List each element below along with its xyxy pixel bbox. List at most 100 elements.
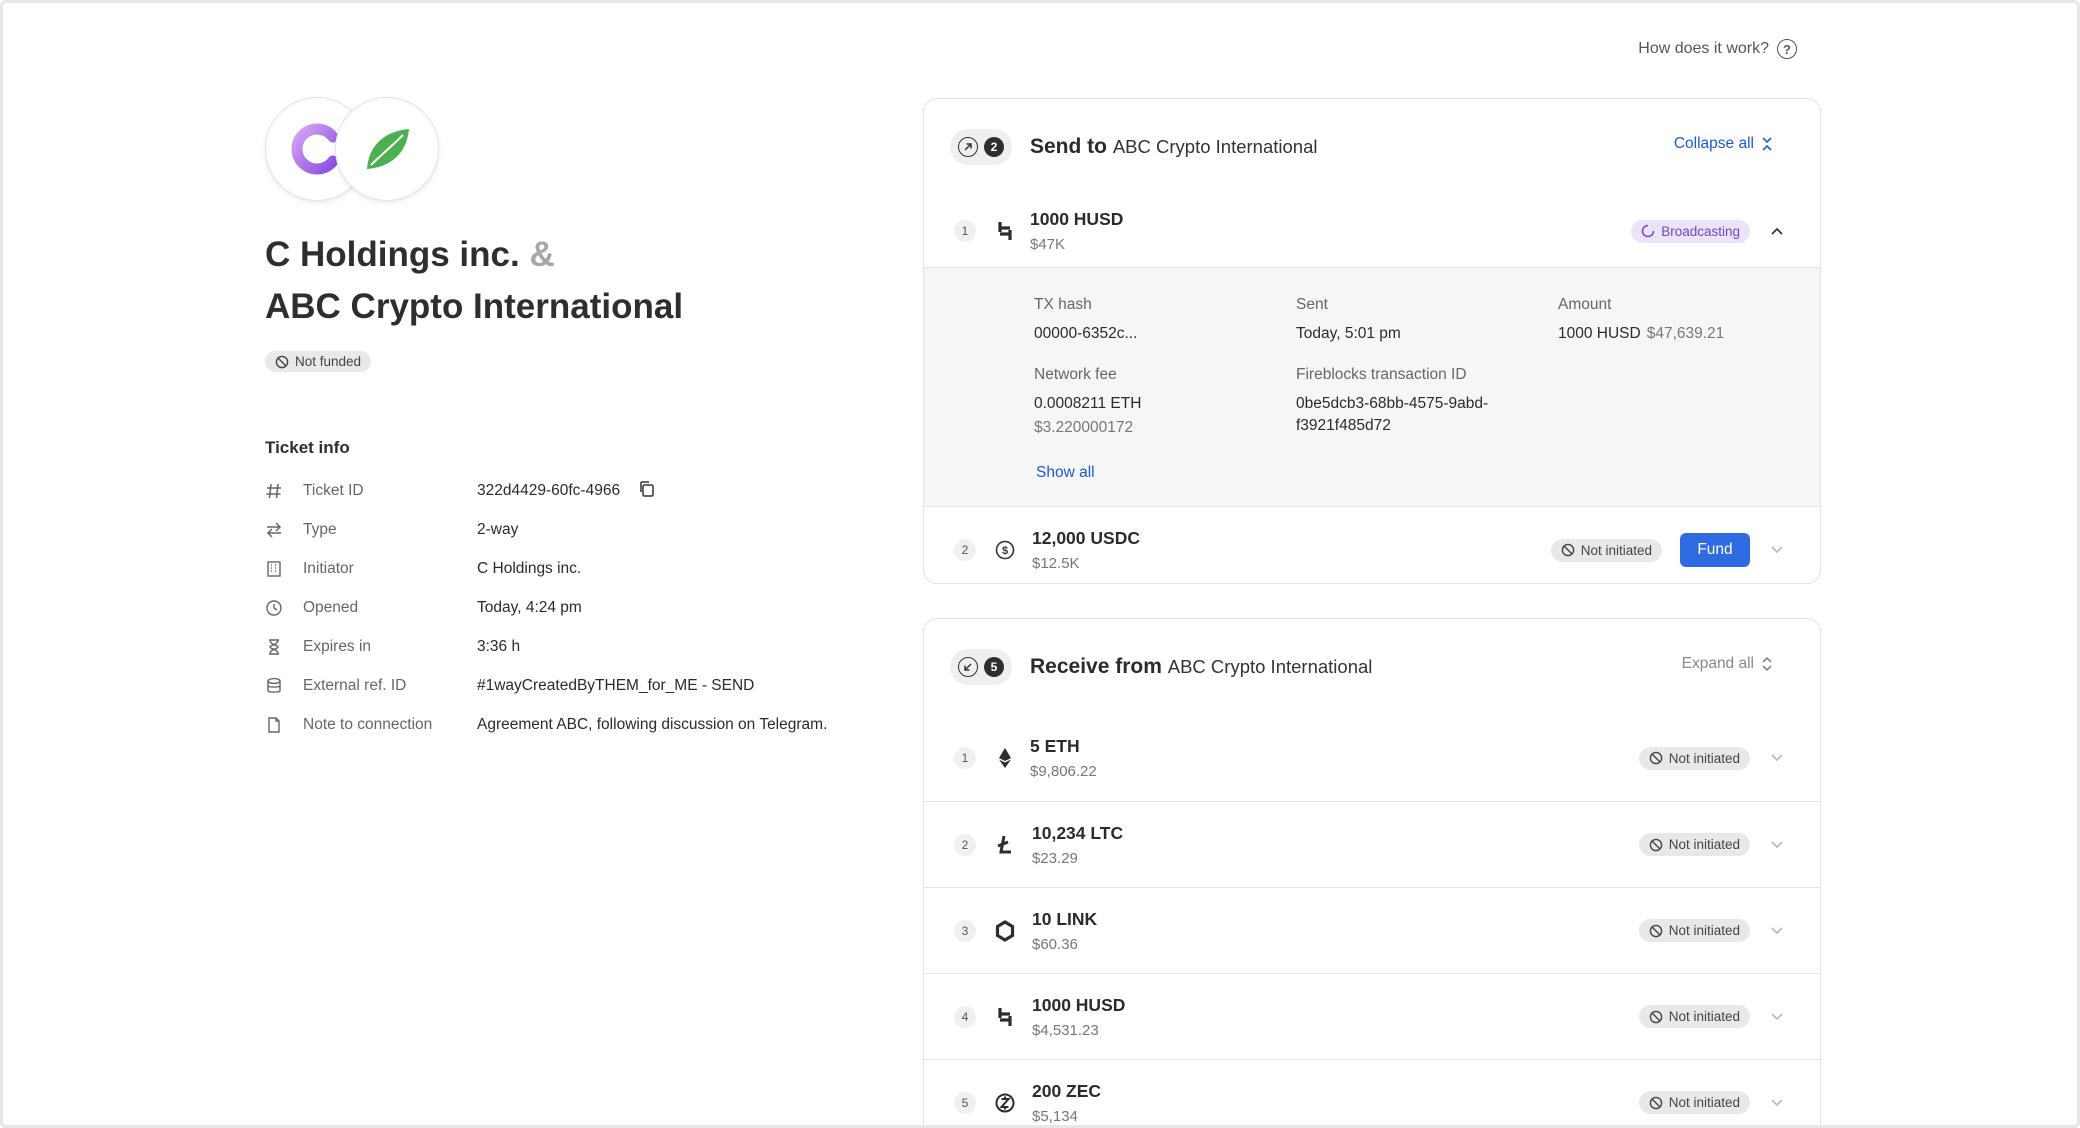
info-label: External ref. ID <box>303 677 407 694</box>
receive-count: 5 <box>984 657 1004 677</box>
chevron-up-icon[interactable] <box>1768 222 1786 240</box>
not-initiated-badge: Not initiated <box>1550 538 1662 562</box>
status-label: Not initiated <box>1668 1009 1740 1024</box>
item-number: 2 <box>954 833 976 856</box>
receive-item-3[interactable]: 3 10 LINK $60.36 Not initiated <box>924 887 1820 973</box>
chevron-down-icon[interactable] <box>1768 836 1786 854</box>
send-title-label: Send to <box>1030 135 1107 158</box>
send-card-header: 2 Send to ABC Crypto International Colla… <box>924 99 1820 195</box>
collapse-icon <box>1762 137 1772 151</box>
arrow-up-right-icon <box>958 137 978 157</box>
not-initiated-icon <box>1649 924 1663 937</box>
database-icon <box>265 677 303 695</box>
receive-item-4[interactable]: 4 1000 HUSD $4,531.23 Not initiated <box>924 973 1820 1059</box>
external-ref-value: #1wayCreatedByTHEM_for_ME - SEND <box>477 677 755 694</box>
not-funded-icon <box>275 355 289 368</box>
send-item-amount: 12,000 USDC <box>1032 528 1140 548</box>
receive-count-pill: 5 <box>950 649 1012 685</box>
send-count-pill: 2 <box>950 129 1012 165</box>
chevron-down-icon[interactable] <box>1768 1094 1786 1112</box>
receive-item-amount: 10 LINK <box>1032 908 1098 929</box>
item-number: 3 <box>954 919 976 942</box>
svg-text:$: $ <box>1002 545 1008 557</box>
document-icon <box>265 716 303 734</box>
receive-card: 5 Receive from ABC Crypto International … <box>923 618 1821 1125</box>
receive-item-amount: 5 ETH <box>1030 736 1080 756</box>
network-fee-field: Network fee 0.0008211 ETH $3.220000172 <box>1034 366 1141 437</box>
item-number: 2 <box>954 539 976 561</box>
not-initiated-badge: Not initiated <box>1638 746 1750 770</box>
sent-field: Sent Today, 5:01 pm <box>1296 296 1401 345</box>
type-row: Type 2-way <box>265 511 885 550</box>
show-all-link[interactable]: Show all <box>1036 464 1095 482</box>
husd-icon <box>992 1004 1018 1030</box>
ampersand: & <box>529 235 555 274</box>
opened-row: Opened Today, 4:24 pm <box>265 589 885 628</box>
counterparty-name: ABC Crypto International <box>265 287 684 326</box>
receive-item-5[interactable]: 5 200 ZEC $5,134 Not initiated <box>924 1059 1820 1125</box>
fireblocks-id-line2: f3921f485d72 <box>1296 417 1391 434</box>
arrow-down-left-icon <box>958 657 978 677</box>
receive-item-usd: $60.36 <box>1032 935 1078 953</box>
status-label: Not initiated <box>1668 837 1740 852</box>
not-initiated-icon <box>1561 543 1575 557</box>
expires-value: 3:36 h <box>477 638 521 655</box>
receive-item-usd: $23.29 <box>1032 849 1078 867</box>
funding-status-badge: Not funded <box>265 351 372 372</box>
type-value: 2-way <box>477 521 519 538</box>
item-number: 1 <box>954 220 976 242</box>
send-title: Send to ABC Crypto International <box>1030 135 1317 159</box>
collapse-all-label: Collapse all <box>1673 135 1754 152</box>
send-item-1[interactable]: 1 1000 HUSD $47K Broadcasting <box>924 195 1820 267</box>
building-icon <box>265 560 303 578</box>
link-icon <box>992 918 1018 944</box>
external-ref-row: External ref. ID #1wayCreatedByTHEM_for_… <box>265 667 885 706</box>
not-initiated-badge: Not initiated <box>1638 919 1750 942</box>
receive-item-2[interactable]: 2 10,234 LTC $23.29 Not initiated <box>924 801 1820 887</box>
amount-usd: $47,639.21 <box>1646 325 1725 342</box>
chevron-down-icon[interactable] <box>1768 749 1786 767</box>
ticket-info-heading: Ticket info <box>265 437 350 457</box>
collapse-all-button[interactable]: Collapse all <box>1674 135 1774 153</box>
hourglass-icon <box>265 638 303 656</box>
send-item-2[interactable]: 2 $ 12,000 USDC $12.5K Not initiated Fun… <box>924 507 1820 583</box>
item-number: 5 <box>954 1091 976 1114</box>
chevron-down-icon[interactable] <box>1768 541 1786 559</box>
chevron-down-icon[interactable] <box>1768 1008 1786 1026</box>
funding-status-label: Not funded <box>295 354 362 369</box>
receive-party: ABC Crypto International <box>1167 656 1373 677</box>
fund-button[interactable]: Fund <box>1680 533 1750 567</box>
ticket-summary: C Holdings inc. & ABC Crypto Internation… <box>265 97 885 745</box>
tx-hash-label: TX hash <box>1034 296 1092 313</box>
not-initiated-badge: Not initiated <box>1638 1005 1750 1028</box>
expand-all-button[interactable]: Expand all <box>1682 655 1774 673</box>
receive-item-usd: $5,134 <box>1032 1107 1078 1125</box>
tx-hash-field: TX hash 00000-6352c... <box>1034 296 1137 345</box>
info-label: Expires in <box>303 638 372 655</box>
status-label: Not initiated <box>1580 542 1652 558</box>
copy-icon[interactable] <box>638 480 656 503</box>
not-initiated-icon <box>1649 1096 1663 1109</box>
question-icon: ? <box>1777 39 1797 59</box>
ticket-id-row: Ticket ID 322d4429-60fc-4966 <box>265 472 885 511</box>
expires-row: Expires in 3:36 h <box>265 628 885 667</box>
send-party: ABC Crypto International <box>1112 136 1318 157</box>
note-row: Note to connection Agreement ABC, follow… <box>265 706 885 745</box>
amount-field: Amount 1000 HUSD $47,639.21 <box>1558 296 1724 345</box>
info-label: Ticket ID <box>303 482 364 499</box>
broadcasting-badge: Broadcasting <box>1631 219 1750 243</box>
network-fee-label: Network fee <box>1034 366 1117 383</box>
receive-title-label: Receive from <box>1030 655 1162 678</box>
chevron-down-icon[interactable] <box>1768 922 1786 940</box>
info-label: Opened <box>303 599 359 616</box>
how-it-works-link[interactable]: How does it work? ? <box>1638 39 1797 59</box>
receive-item-usd: $9,806.22 <box>1030 763 1097 780</box>
receive-item-amount: 1000 HUSD <box>1032 994 1126 1015</box>
fireblocks-id-label: Fireblocks transaction ID <box>1296 366 1467 383</box>
receive-item-1[interactable]: 1 5 ETH $9,806.22 Not initiated <box>924 715 1820 801</box>
opened-value: Today, 4:24 pm <box>477 599 582 616</box>
not-initiated-badge: Not initiated <box>1638 833 1750 856</box>
swap-icon <box>265 521 303 539</box>
clock-icon <box>265 599 303 617</box>
receive-title: Receive from ABC Crypto International <box>1030 655 1372 679</box>
